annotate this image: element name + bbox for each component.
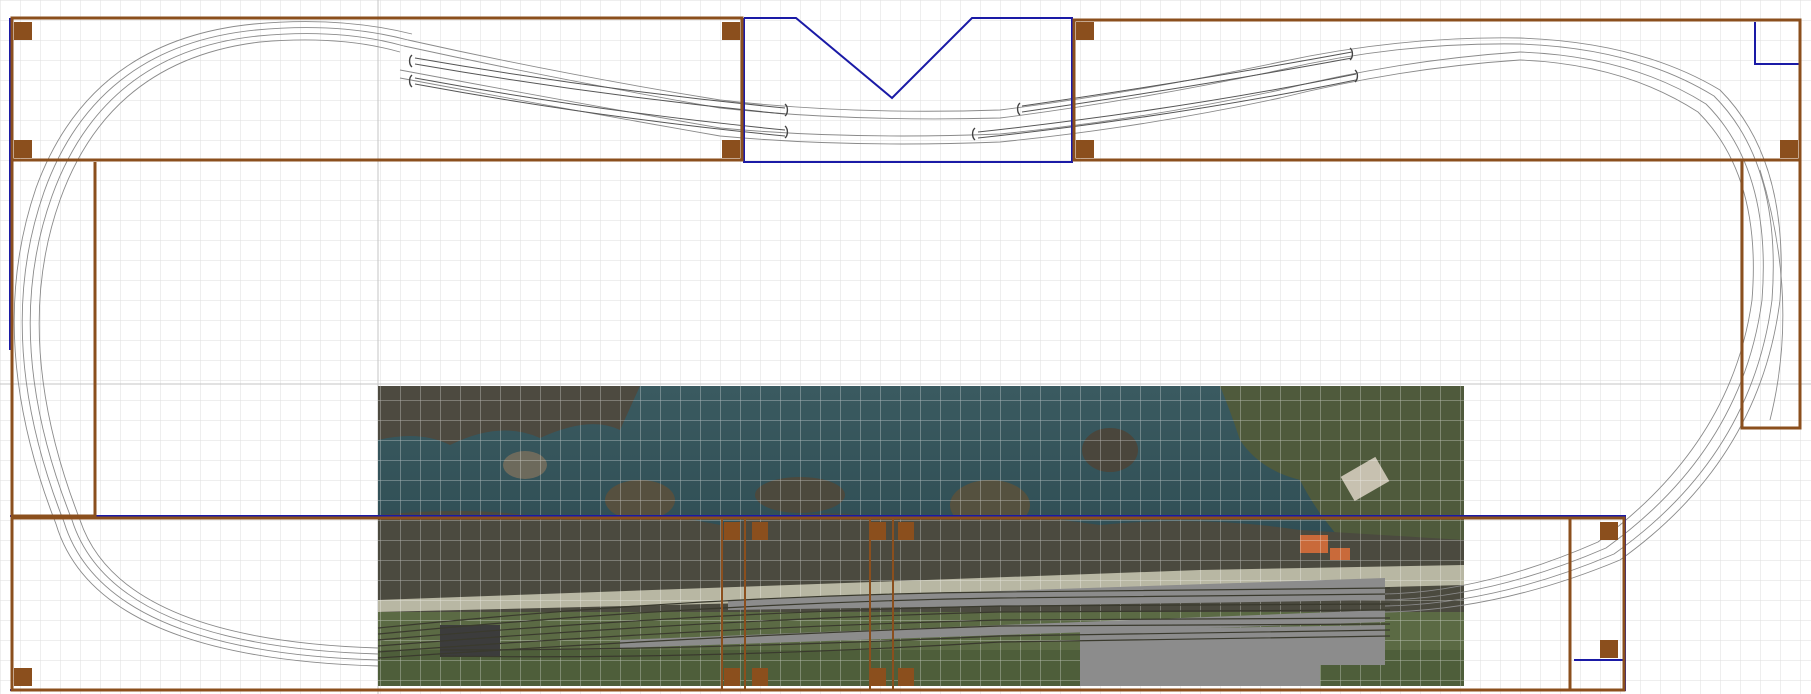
benchwork-post-icon — [14, 140, 32, 158]
track-plan-canvas — [0, 0, 1811, 694]
benchwork-post-icon — [898, 668, 914, 686]
benchwork-post-icon — [1600, 640, 1618, 658]
benchwork-post-icon — [722, 22, 740, 40]
benchwork-post-icon — [14, 668, 32, 686]
benchwork-post-icon — [724, 668, 740, 686]
benchwork-post-icon — [898, 522, 914, 540]
benchwork-post-icon — [722, 140, 740, 158]
benchwork-post-icon — [1076, 140, 1094, 158]
benchwork-post-icon — [1780, 140, 1798, 158]
benchwork-post-icon — [870, 668, 886, 686]
benchwork-post-icon — [14, 22, 32, 40]
benchwork-post-icon — [724, 522, 740, 540]
benchwork-post-icon — [752, 668, 768, 686]
benchwork-post-icon — [1600, 522, 1618, 540]
benchwork-post-icon — [870, 522, 886, 540]
benchwork-post-icon — [1076, 22, 1094, 40]
benchwork-post-icon — [752, 522, 768, 540]
